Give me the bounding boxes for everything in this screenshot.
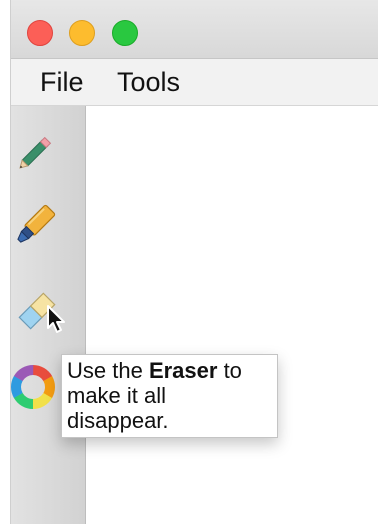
app-window: File Tools (10, 0, 378, 524)
pencil-tool-button[interactable] (12, 126, 62, 176)
highlighter-tool-button[interactable] (12, 198, 62, 248)
close-window-button[interactable] (27, 20, 53, 46)
eraser-tooltip: Use the Eraser to make it all disappear. (61, 354, 278, 438)
tooltip-text-prefix: Use the (67, 358, 149, 383)
pencil-icon (19, 136, 52, 169)
highlighter-icon (17, 204, 56, 243)
menu-tools[interactable]: Tools (117, 67, 180, 97)
color-wheel-icon (11, 365, 56, 409)
title-bar (11, 0, 378, 59)
zoom-window-button[interactable] (112, 20, 138, 46)
drawing-canvas[interactable] (87, 106, 378, 524)
color-picker-tool-button[interactable] (8, 362, 58, 412)
tooltip-text-emphasis: Eraser (148, 358, 218, 383)
menu-bar: File Tools (11, 59, 378, 106)
menu-file[interactable]: File (40, 67, 84, 97)
minimize-window-button[interactable] (69, 20, 95, 46)
mouse-pointer-icon (46, 304, 68, 336)
